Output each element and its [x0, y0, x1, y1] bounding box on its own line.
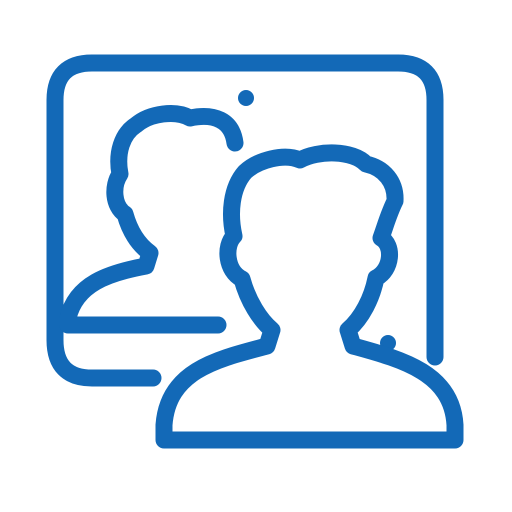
local-person-silhouette [155, 144, 464, 449]
video-call-icon [46, 54, 464, 449]
remote-person-silhouette [59, 105, 244, 334]
camera-dot [238, 90, 254, 106]
icon-canvas [0, 0, 512, 512]
